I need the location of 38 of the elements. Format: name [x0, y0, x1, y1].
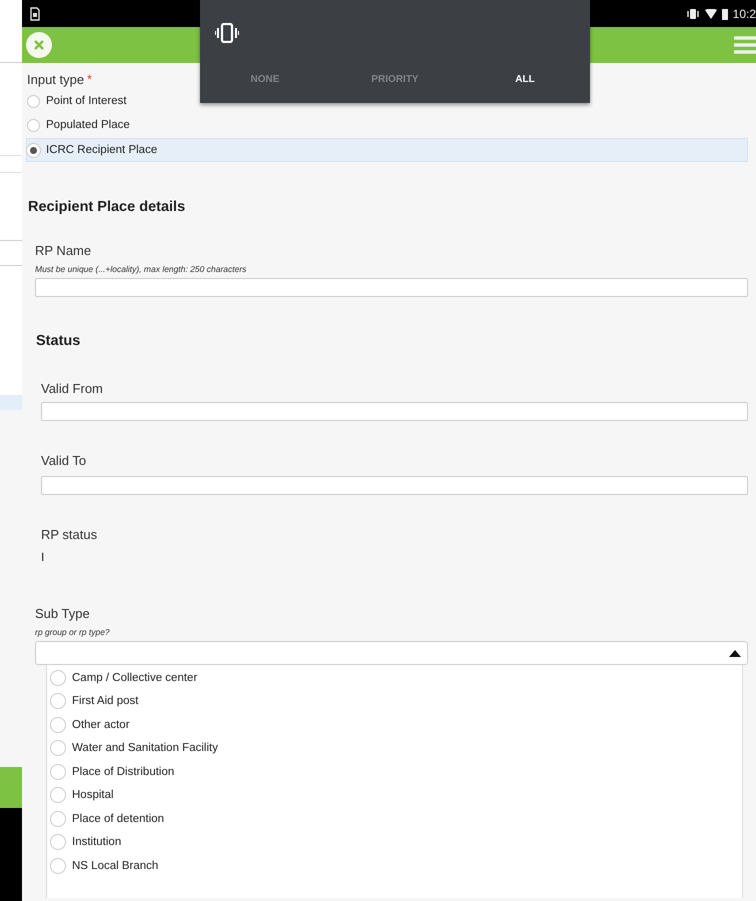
sim-card-icon [30, 6, 40, 20]
field-label: RP status [41, 527, 98, 542]
radio-option[interactable]: Place of Distribution [50, 760, 742, 784]
menu-icon[interactable] [734, 36, 756, 54]
required-marker: * [87, 72, 92, 86]
radio-option[interactable]: ICRC Recipient Place [26, 138, 748, 162]
radio-option[interactable]: Hospital [50, 784, 742, 807]
radio-option[interactable]: Water and Sanitation Facility [50, 736, 742, 760]
field-label: Valid To [41, 453, 88, 468]
section-title: Status [36, 333, 82, 349]
radio-option[interactable]: Place of detention [50, 807, 742, 830]
close-icon [33, 39, 45, 51]
field-hint: rp group or rp type? [35, 627, 111, 637]
status-time: 10:2 [732, 6, 756, 20]
close-button[interactable] [26, 32, 52, 58]
radio-option[interactable]: Institution [50, 830, 742, 854]
field-label: Input type [27, 72, 84, 87]
radio-option[interactable]: Camp / Collective center [50, 666, 742, 690]
mode-button[interactable]: ALL [460, 70, 590, 89]
field-label: Valid From [41, 381, 104, 396]
field-value: I [41, 550, 46, 564]
input-field[interactable] [35, 278, 748, 297]
field-label: Sub Type [35, 606, 91, 621]
dropdown-field[interactable] [35, 641, 748, 665]
vibrate-icon [686, 8, 700, 20]
radio-option[interactable]: First Aid post [50, 690, 742, 713]
input-field[interactable] [41, 402, 748, 421]
vibrate-icon [215, 23, 239, 43]
field-label: RP Name [35, 243, 92, 258]
radio-option[interactable]: Other actor [50, 713, 742, 736]
radio-option[interactable]: NS Local Branch [50, 854, 742, 878]
battery-icon [722, 8, 728, 20]
radio-option[interactable]: Populated Place [27, 114, 748, 136]
input-field[interactable] [41, 476, 748, 495]
section-title: Recipient Place details [28, 199, 186, 215]
field-hint: Must be unique (...+locality), max length: 250 characters [35, 264, 248, 274]
radio-option[interactable]: Point of Interest [27, 90, 748, 112]
wifi-icon [704, 8, 717, 18]
